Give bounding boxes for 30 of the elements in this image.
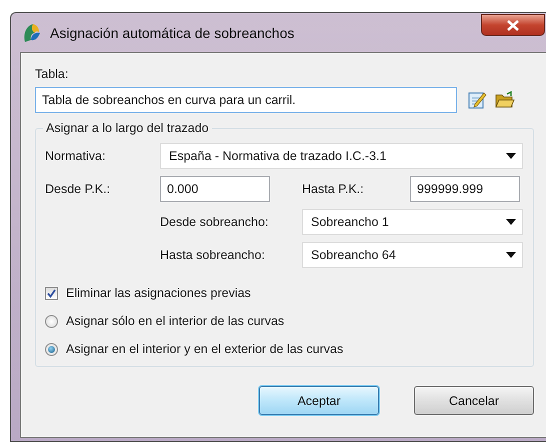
radio-label: Asignar en el interior y en el exterior de las curvas (66, 342, 344, 356)
table-name-field[interactable]: Tabla de sobreanchos en curva para un carril. (35, 87, 457, 113)
desde-sobreancho-label: Desde sobreancho: (160, 215, 270, 229)
eliminar-label: Eliminar las asignaciones previas (66, 286, 251, 300)
dropdown-arrow-icon (506, 153, 516, 159)
edit-pencil-icon[interactable] (467, 90, 487, 110)
radio-button[interactable] (45, 314, 58, 328)
open-folder-icon[interactable] (495, 90, 515, 110)
desde-sobreancho-dropdown[interactable]: Sobreancho 1 (302, 209, 523, 235)
table-label: Tabla: (35, 67, 70, 81)
close-button[interactable] (481, 14, 545, 36)
normativa-label: Normativa: (45, 149, 106, 163)
dropdown-arrow-icon (506, 252, 516, 258)
app-logo-icon (22, 22, 42, 44)
eliminar-checkbox[interactable] (45, 286, 58, 300)
close-icon (507, 20, 519, 30)
desde-pk-label: Desde P.K.: (45, 182, 112, 196)
hasta-sobreancho-dropdown[interactable]: Sobreancho 64 (302, 242, 523, 268)
accept-button[interactable]: Aceptar (259, 386, 379, 415)
group-title: Asignar a lo largo del trazado (45, 121, 210, 135)
hasta-pk-label: Hasta P.K.: (302, 182, 365, 196)
radio-label: Asignar sólo en el interior de las curvas (66, 314, 284, 328)
desde-pk-field[interactable]: 0.000 (160, 176, 270, 202)
dropdown-arrow-icon (506, 219, 516, 225)
cancel-button[interactable]: Cancelar (414, 386, 534, 415)
window-title: Asignación automática de sobreanchos (50, 24, 294, 40)
normativa-dropdown[interactable]: España - Normativa de trazado I.C.-3.1 (160, 143, 523, 169)
radio-button[interactable] (45, 342, 58, 356)
hasta-sobreancho-label: Hasta sobreancho: (160, 248, 266, 262)
hasta-pk-field[interactable]: 999999.999 (410, 176, 520, 202)
